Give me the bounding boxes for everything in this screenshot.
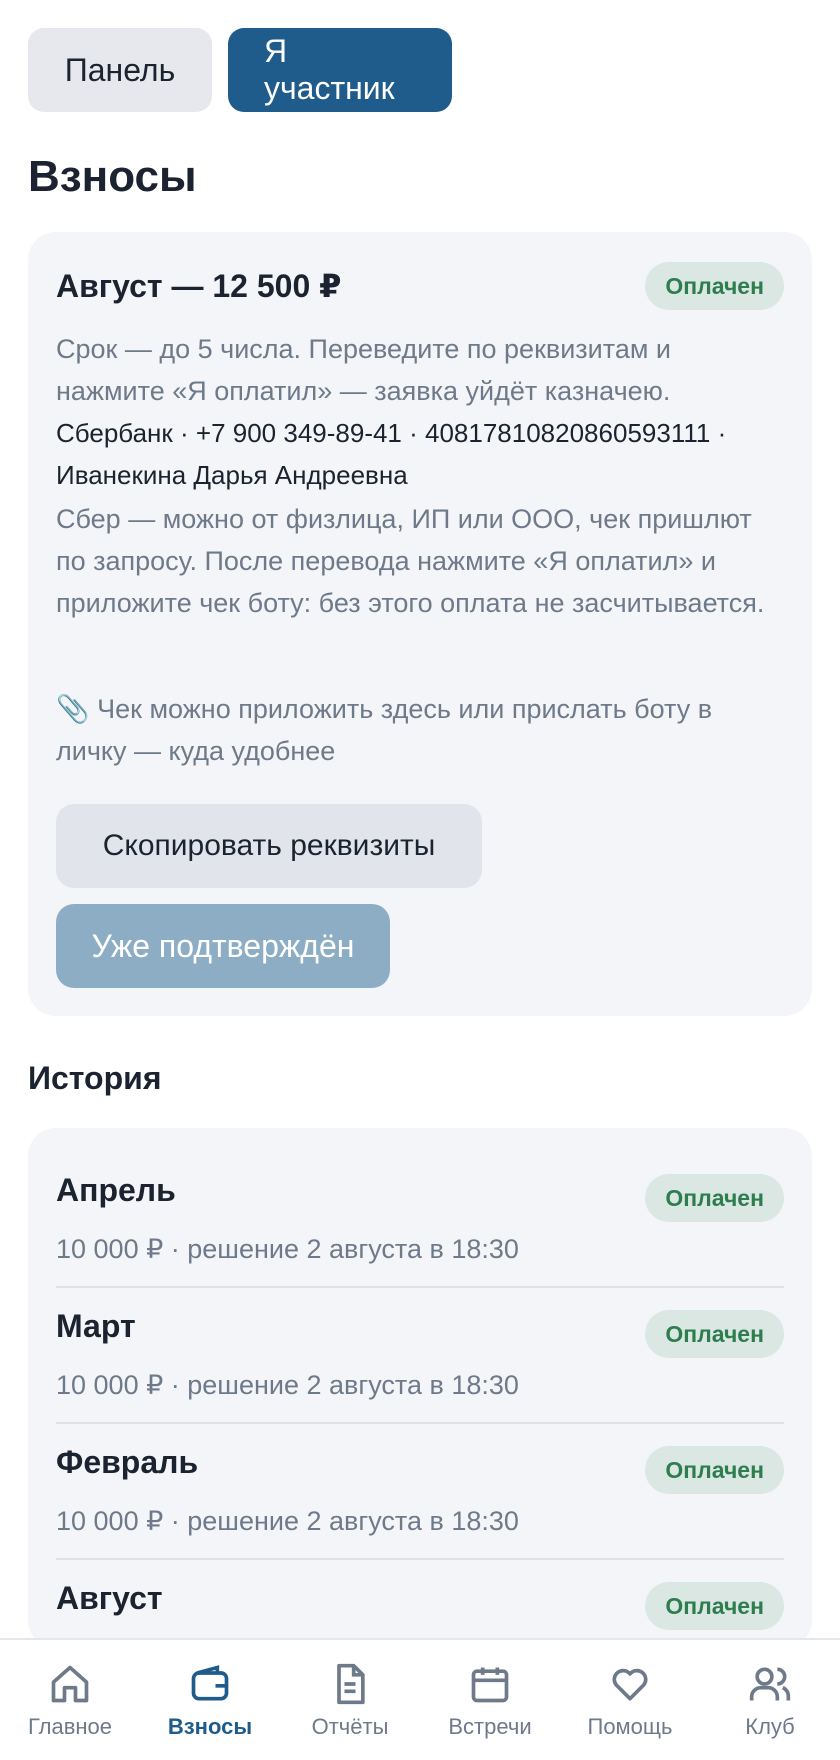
nav-label: Клуб	[745, 1714, 795, 1739]
dues-page: Панель Я участник Взносы Август — 12 500…	[0, 0, 840, 1760]
history-card: Апрель Оплачен 10 000 ₽ · решение 2 авгу…	[28, 1128, 812, 1648]
heart-icon	[612, 1668, 648, 1701]
bottom-nav: Главное Взносы Отчёты Встречи Помощь Клу…	[0, 1638, 840, 1760]
status-badge: Оплачен	[645, 1174, 784, 1222]
history-meta: 10 000 ₽ · решение 2 августа в 18:30	[56, 1234, 519, 1264]
wallet-icon	[191, 1665, 229, 1701]
document-icon	[337, 1663, 365, 1705]
panel-button[interactable]: Панель	[28, 28, 212, 112]
nav-label: Встречи	[448, 1714, 532, 1739]
status-badge: Оплачен	[645, 1310, 784, 1358]
history-row: Апрель Оплачен 10 000 ₽ · решение 2 авгу…	[56, 1152, 784, 1288]
member-button[interactable]: Я участник	[228, 28, 452, 112]
nav-item-club[interactable]: Клуб	[705, 1662, 835, 1740]
current-dues-title: Август — 12 500 ₽	[56, 268, 342, 304]
users-icon	[749, 1667, 791, 1701]
status-badge: Оплачен	[645, 262, 784, 310]
history-row: Февраль Оплачен 10 000 ₽ · решение 2 авг…	[56, 1424, 784, 1560]
requisites: Сбербанк · +7 900 349-89-41 · 4081781082…	[56, 412, 784, 496]
current-dues-header: Август — 12 500 ₽ Оплачен	[56, 262, 784, 310]
bank-note: Сбер — можно от физлица, ИП или ООО, чек…	[56, 504, 765, 618]
history-month: Август	[56, 1580, 163, 1616]
nav-item-meetings[interactable]: Встречи	[425, 1662, 555, 1740]
history-title: История	[28, 1060, 162, 1096]
history-month: Февраль	[56, 1444, 199, 1480]
mode-switch: Панель Я участник	[28, 28, 452, 112]
nav-label: Главное	[27, 1714, 113, 1739]
nav-item-home[interactable]: Главное	[5, 1662, 135, 1740]
nav-item-help[interactable]: Помощь	[565, 1662, 695, 1740]
receipt-note: 📎 Чек можно приложить здесь или прислать…	[56, 694, 713, 766]
nav-label: Отчёты	[311, 1714, 389, 1739]
nav-label: Помощь	[587, 1714, 673, 1739]
nav-item-dues[interactable]: Взносы	[145, 1662, 275, 1740]
requisites-line-2: Иванекина Дарья Андреевна	[56, 460, 408, 490]
already-confirmed-button[interactable]: Уже подтверждён	[56, 904, 390, 988]
status-badge: Оплачен	[645, 1582, 784, 1630]
history-meta: 10 000 ₽ · решение 2 августа в 18:30	[56, 1506, 519, 1536]
history-month: Апрель	[56, 1172, 176, 1208]
requisites-line-1: Сбербанк · +7 900 349-89-41 · 4081781082…	[56, 418, 727, 448]
history-row: Август Оплачен	[56, 1560, 784, 1648]
calendar-icon	[471, 1667, 509, 1703]
history-month: Март	[56, 1308, 136, 1344]
history-meta: 10 000 ₽ · решение 2 августа в 18:30	[56, 1370, 519, 1400]
copy-requisites-button[interactable]: Скопировать реквизиты	[56, 804, 482, 888]
payment-instructions: Срок — до 5 числа. Переведите по реквизи…	[56, 334, 671, 406]
status-badge: Оплачен	[645, 1446, 784, 1494]
history-row: Март Оплачен 10 000 ₽ · решение 2 август…	[56, 1288, 784, 1424]
current-dues-card: Август — 12 500 ₽ Оплачен Срок — до 5 чи…	[28, 232, 812, 1016]
page-title: Взносы	[28, 152, 197, 201]
home-icon	[51, 1665, 89, 1703]
nav-label: Взносы	[167, 1714, 253, 1739]
nav-item-reports[interactable]: Отчёты	[285, 1662, 415, 1740]
